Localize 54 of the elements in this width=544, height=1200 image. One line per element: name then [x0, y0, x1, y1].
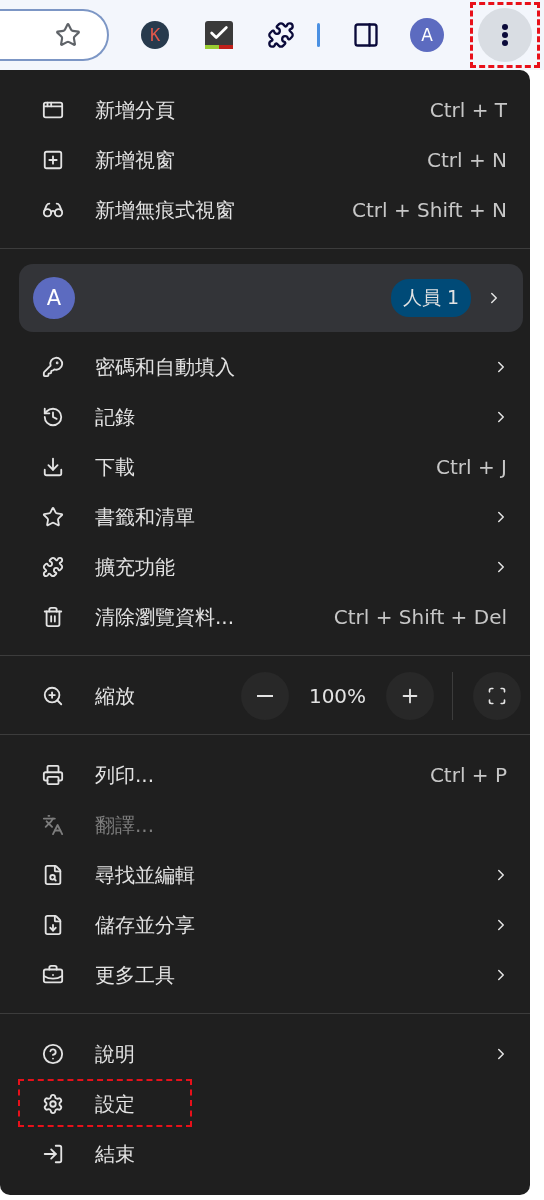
- menu-item[interactable]: 擴充功能: [0, 542, 530, 592]
- puzzle-icon[interactable]: [267, 21, 295, 49]
- profile-avatar: A: [33, 277, 75, 319]
- profile-row[interactable]: A 人員 1: [19, 264, 523, 332]
- zoom-in-button[interactable]: [386, 672, 434, 720]
- file-download-icon: [42, 914, 64, 936]
- shortcut-text: Ctrl + N: [426, 148, 507, 172]
- menu-item[interactable]: 儲存並分享: [0, 900, 530, 950]
- side-panel-icon[interactable]: [352, 21, 380, 49]
- printer-icon: [42, 764, 64, 786]
- menu-item[interactable]: 設定: [0, 1079, 530, 1129]
- menu-item[interactable]: 密碼和自動填入: [0, 342, 530, 392]
- shortcut-text: Ctrl + Shift + N: [352, 198, 507, 222]
- address-bar[interactable]: [0, 9, 109, 61]
- menu-item[interactable]: 書籤和清單: [0, 492, 530, 542]
- menu-item[interactable]: 新增分頁 Ctrl + T: [0, 85, 530, 135]
- shortcut-text: Ctrl + J: [436, 455, 507, 479]
- menu-item[interactable]: 結束: [0, 1129, 530, 1179]
- key-icon: [42, 356, 64, 378]
- menu-button[interactable]: [470, 2, 540, 68]
- menu-item[interactable]: 新增視窗 Ctrl + N: [0, 135, 530, 185]
- menu-item-label: 縮放: [95, 682, 135, 710]
- window-icon: [42, 99, 64, 121]
- fullscreen-button[interactable]: [473, 672, 521, 720]
- file-search-icon: [42, 864, 64, 886]
- checkmark-extension-icon[interactable]: [205, 21, 233, 49]
- history-icon: [42, 406, 64, 428]
- download-icon: [42, 456, 64, 478]
- profile-avatar[interactable]: A: [410, 18, 444, 52]
- menu-item[interactable]: 下載 Ctrl + J: [0, 442, 530, 492]
- menu-item[interactable]: 列印... Ctrl + P: [0, 750, 530, 800]
- zoom-icon: [42, 685, 64, 707]
- zoom-value: 100%: [307, 684, 368, 708]
- shortcut-text: Ctrl + Shift + Del: [333, 605, 507, 629]
- minus-icon: [257, 695, 273, 697]
- more-vertical-icon: [502, 24, 508, 46]
- shortcut-text: Ctrl + T: [429, 98, 507, 122]
- menu-item[interactable]: 清除瀏覽資料... Ctrl + Shift + Del: [0, 592, 530, 642]
- fullscreen-icon: [487, 686, 507, 706]
- translate-icon: [42, 814, 64, 836]
- settings-icon: [42, 1093, 64, 1115]
- menu-item[interactable]: 說明: [0, 1029, 530, 1079]
- help-icon: [42, 1043, 64, 1065]
- exit-icon: [42, 1143, 64, 1165]
- shortcut-text: Ctrl + P: [429, 763, 507, 787]
- star-icon: [42, 506, 64, 528]
- trash-icon: [42, 606, 64, 628]
- menu-item[interactable]: 新增無痕式視窗 Ctrl + Shift + N: [0, 185, 530, 235]
- menu-item[interactable]: 更多工具: [0, 950, 530, 1000]
- menu-item[interactable]: 尋找並編輯: [0, 850, 530, 900]
- profile-name: 人員 1: [390, 279, 471, 317]
- menu-item[interactable]: 記錄: [0, 392, 530, 442]
- puzzle-icon: [42, 556, 64, 578]
- star-icon[interactable]: [55, 22, 81, 48]
